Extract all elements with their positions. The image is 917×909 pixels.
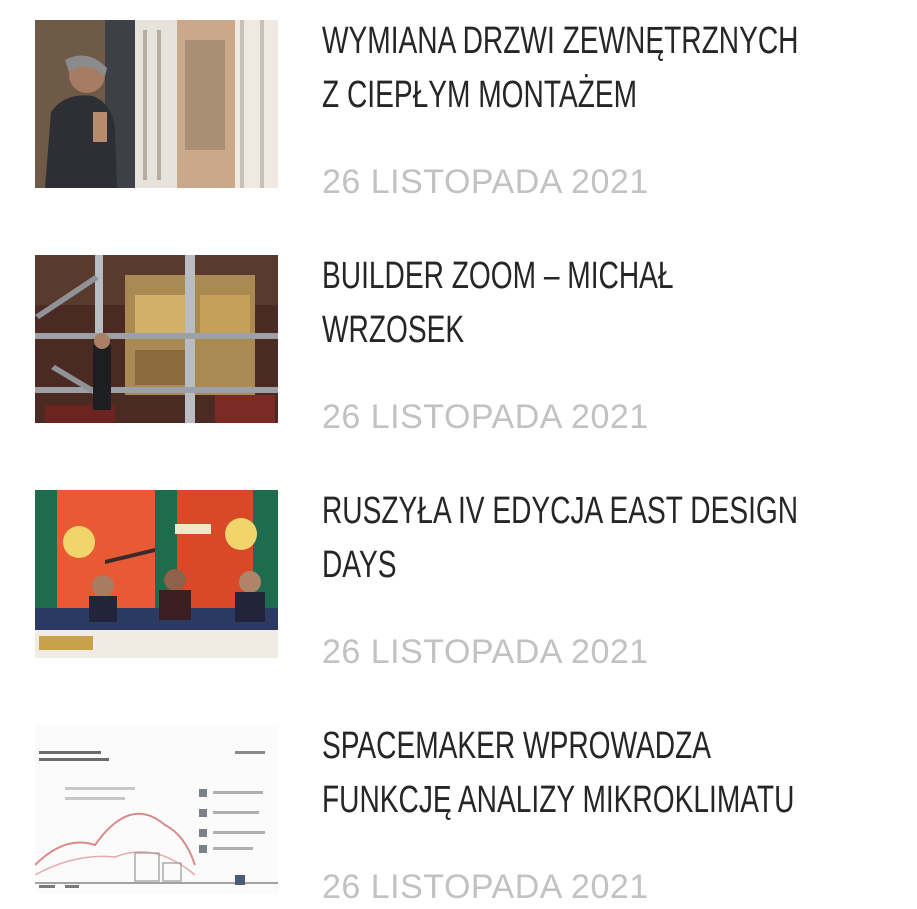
man-at-door-photo <box>35 20 278 188</box>
post-item: WYMIANA DRZWI ZEWNĘTRZNYCH Z CIEPŁYM MON… <box>0 0 917 201</box>
post-title-line: WYMIANA DRZWI ZEWNĘTRZNYCH <box>322 20 799 62</box>
microclimate-diagram-image <box>35 725 278 893</box>
post-thumbnail-link[interactable] <box>35 20 278 188</box>
post-thumbnail-link[interactable] <box>35 725 278 893</box>
post-title-line: SPACEMAKER WPROWADZA <box>322 725 712 767</box>
building-interior-photo <box>35 255 278 423</box>
post-date: 26 LISTOPADA 2021 <box>322 398 649 436</box>
post-date: 26 LISTOPADA 2021 <box>322 163 649 201</box>
post-title-line: Z CIEPŁYM MONTAŻEM <box>322 74 638 116</box>
post-title[interactable]: WYMIANA DRZWI ZEWNĘTRZNYCH Z CIEPŁYM MON… <box>322 14 799 122</box>
post-title-line: BUILDER ZOOM – MICHAŁ <box>322 255 674 297</box>
post-title-line: FUNKCJĘ ANALIZY MIKROKLIMATU <box>322 779 795 821</box>
post-item: SPACEMAKER WPROWADZA FUNKCJĘ ANALIZY MIK… <box>0 705 917 906</box>
post-date: 26 LISTOPADA 2021 <box>322 633 649 671</box>
post-title-line: WRZOSEK <box>322 309 465 351</box>
post-item: RUSZYŁA IV EDYCJA EAST DESIGN DAYS 26 LI… <box>0 470 917 671</box>
post-date: 26 LISTOPADA 2021 <box>322 868 649 906</box>
post-title-line: RUSZYŁA IV EDYCJA EAST DESIGN <box>322 490 799 532</box>
post-title-line: DAYS <box>322 544 397 586</box>
post-thumbnail-link[interactable] <box>35 490 278 658</box>
post-title[interactable]: BUILDER ZOOM – MICHAŁ WRZOSEK <box>322 249 759 357</box>
press-conference-photo <box>35 490 278 658</box>
post-item: BUILDER ZOOM – MICHAŁ WRZOSEK 26 LISTOPA… <box>0 235 917 436</box>
post-list: WYMIANA DRZWI ZEWNĘTRZNYCH Z CIEPŁYM MON… <box>0 0 917 906</box>
post-title[interactable]: RUSZYŁA IV EDYCJA EAST DESIGN DAYS <box>322 484 799 592</box>
post-thumbnail-link[interactable] <box>35 255 278 423</box>
post-title[interactable]: SPACEMAKER WPROWADZA FUNKCJĘ ANALIZY MIK… <box>322 719 795 827</box>
